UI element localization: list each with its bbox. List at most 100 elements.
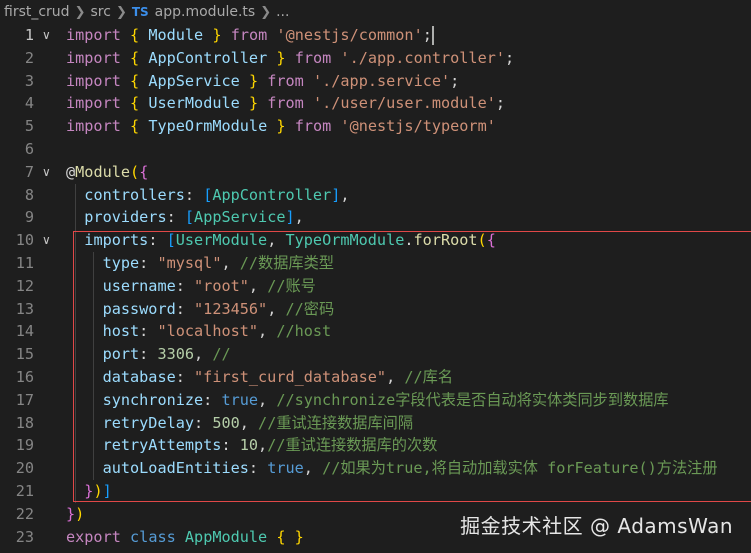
code-line[interactable]: 14 host: "localhost", //host bbox=[0, 320, 751, 344]
code-line[interactable]: 15 port: 3306, // bbox=[0, 343, 751, 366]
chevron-right-icon: ❯ bbox=[74, 4, 86, 20]
code-line[interactable]: 11 type: "mysql", //数据库类型 bbox=[0, 251, 751, 275]
line-number: 12 bbox=[15, 276, 34, 295]
code-token: { bbox=[486, 231, 496, 250]
code-line[interactable]: 8 controllers: [AppController], bbox=[0, 183, 751, 207]
code-text: import { AppController } from './app.con… bbox=[66, 47, 514, 70]
code-token: : bbox=[221, 436, 240, 455]
code-token: , bbox=[239, 413, 259, 432]
code-token: } bbox=[248, 71, 259, 90]
code-token: : bbox=[184, 185, 204, 204]
code-token: : bbox=[203, 390, 222, 409]
code-token: ) bbox=[75, 504, 85, 523]
line-number: 9 bbox=[24, 208, 34, 227]
code-token: { bbox=[130, 71, 140, 90]
code-token: : bbox=[175, 367, 195, 386]
code-line[interactable]: 7 ∨ @Module({ bbox=[0, 161, 751, 184]
code-text: import { AppService } from './app.servic… bbox=[66, 70, 459, 93]
code-token: { bbox=[139, 162, 149, 181]
breadcrumb-item-src[interactable]: src bbox=[90, 4, 110, 20]
fold-chevron-icon[interactable]: ∨ bbox=[42, 229, 56, 252]
typescript-file-icon: TS bbox=[131, 5, 149, 19]
code-token: : bbox=[194, 413, 213, 432]
code-token: './app.controller' bbox=[340, 48, 506, 67]
code-line[interactable]: 13 password: "123456", //密码 bbox=[0, 297, 751, 321]
code-line[interactable]: 2 import { AppController } from './app.co… bbox=[0, 47, 751, 70]
line-number: 17 bbox=[15, 390, 34, 409]
code-line[interactable]: 10 ∨ imports: [UserModule, TypeOrmModule.… bbox=[0, 229, 751, 252]
text-cursor bbox=[431, 26, 434, 45]
code-line[interactable]: 3 import { AppService } from './app.servi… bbox=[0, 70, 751, 93]
code-token: imports bbox=[84, 231, 149, 250]
code-token: //host bbox=[276, 322, 332, 341]
fold-chevron-icon[interactable]: ∨ bbox=[42, 24, 56, 47]
breadcrumb-item-project[interactable]: first_crud bbox=[4, 4, 70, 20]
code-token: import bbox=[66, 117, 121, 136]
code-line[interactable]: 16 database: "first_curd_database", //库名 bbox=[0, 365, 751, 389]
code-line[interactable]: 4 import { UserModule } from './user/user… bbox=[0, 92, 751, 115]
code-line[interactable]: 9 providers: [AppService], bbox=[0, 206, 751, 230]
code-token: , bbox=[258, 436, 268, 455]
code-token: ] bbox=[331, 185, 341, 204]
code-token: . bbox=[404, 231, 414, 250]
line-number: 19 bbox=[15, 436, 34, 455]
code-text: imports: [UserModule, TypeOrmModule.forR… bbox=[66, 229, 496, 252]
code-line[interactable]: 20 autoLoadEntities: true, //如果为true,将自动… bbox=[0, 457, 751, 480]
breadcrumb-item-file[interactable]: app.module.ts bbox=[155, 4, 256, 20]
code-token: AppModule bbox=[184, 527, 268, 546]
code-line[interactable]: 1 ∨ import { Module } from '@nestjs/common… bbox=[0, 24, 751, 47]
code-token: import bbox=[66, 26, 121, 44]
code-token: type bbox=[102, 253, 140, 272]
code-token: //数据库类型 bbox=[239, 253, 334, 272]
line-number: 16 bbox=[15, 367, 34, 386]
code-token: ) bbox=[93, 481, 103, 500]
code-line[interactable]: 18 retryDelay: 500, //重试连接数据库间隔 bbox=[0, 411, 751, 435]
code-line[interactable]: 5 import { TypeOrmModule } from '@nestjs/… bbox=[0, 115, 751, 138]
code-text: import { Module } from '@nestjs/common'; bbox=[66, 24, 434, 47]
code-token: "mysql" bbox=[157, 253, 222, 272]
code-line[interactable]: 12 username: "root", //账号 bbox=[0, 274, 751, 298]
code-token: { bbox=[130, 117, 140, 136]
code-token: , bbox=[248, 276, 268, 295]
code-text: type: "mysql", //数据库类型 bbox=[66, 252, 334, 275]
code-token: true bbox=[267, 459, 304, 478]
code-editor[interactable]: 1 ∨ import { Module } from '@nestjs/common… bbox=[0, 24, 751, 553]
code-token: host bbox=[102, 322, 140, 341]
code-token: : bbox=[248, 459, 268, 478]
code-token: 3306 bbox=[157, 345, 195, 364]
code-token: //库名 bbox=[404, 367, 454, 386]
code-token: "localhost" bbox=[157, 322, 259, 341]
code-token: [ bbox=[203, 185, 213, 204]
code-token: Module bbox=[148, 26, 204, 44]
code-line[interactable]: 17 synchronize: true, //synchronize字段代表是… bbox=[0, 388, 751, 412]
fold-chevron-icon[interactable]: ∨ bbox=[42, 161, 56, 184]
line-number: 10 bbox=[15, 231, 34, 250]
code-token: { bbox=[130, 48, 140, 67]
breadcrumb: first_crud ❯ src ❯ TS app.module.ts ❯ ..… bbox=[0, 0, 751, 24]
code-token: retryAttempts bbox=[102, 436, 222, 455]
code-line[interactable]: 6 bbox=[0, 138, 751, 161]
breadcrumb-item-more[interactable]: ... bbox=[276, 4, 289, 20]
code-token: } bbox=[66, 504, 76, 523]
line-number: 5 bbox=[24, 117, 34, 136]
code-line[interactable]: 19 retryAttempts: 10,//重试连接数据库的次数 bbox=[0, 434, 751, 458]
code-token: synchronize bbox=[102, 390, 204, 409]
code-token: : bbox=[139, 345, 158, 364]
line-number: 13 bbox=[15, 299, 34, 318]
code-text: providers: [AppService], bbox=[66, 206, 304, 229]
code-line[interactable]: 21 })] bbox=[0, 479, 751, 503]
code-token: class bbox=[130, 527, 176, 546]
